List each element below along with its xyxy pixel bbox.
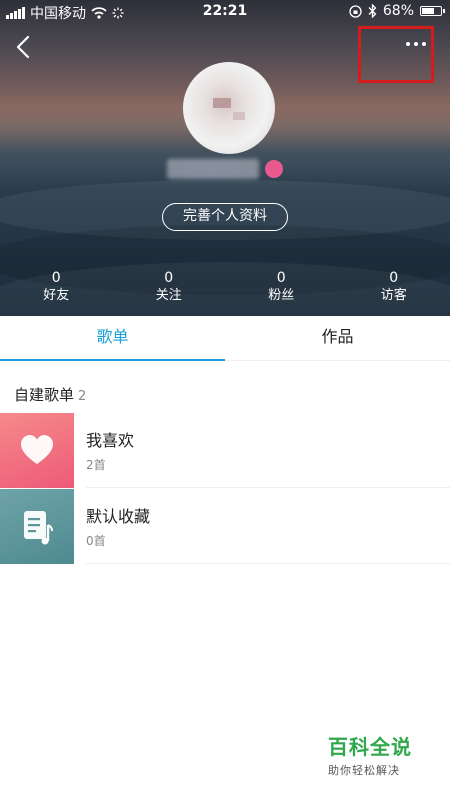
- playlist-count: 0首: [86, 534, 106, 548]
- stat-fans[interactable]: 0 粉丝: [225, 270, 338, 310]
- stat-count: 0: [164, 270, 174, 286]
- tab-works[interactable]: 作品: [225, 316, 450, 360]
- playlist-cover: [0, 489, 74, 564]
- tab-bar: 歌单 作品: [0, 316, 450, 361]
- stat-label: 访客: [380, 288, 407, 303]
- divider: [86, 563, 450, 564]
- complete-profile-button[interactable]: 完善个人资料: [162, 203, 288, 231]
- heart-icon: [21, 435, 53, 464]
- nickname: [0, 158, 450, 179]
- section-title-label: 自建歌单: [14, 386, 75, 404]
- stat-friends[interactable]: 0 好友: [0, 270, 113, 310]
- playlist-name: 默认收藏: [86, 507, 151, 526]
- watermark-title: 百科全说: [328, 735, 412, 759]
- stat-visitors[interactable]: 0 访客: [338, 270, 450, 310]
- watermark-subtitle: 助你轻松解决: [328, 764, 400, 777]
- avatar-pixel: [213, 98, 231, 108]
- status-right: 68%: [349, 3, 445, 19]
- nickname-blurred: [167, 158, 259, 179]
- music-note-icon: [24, 511, 53, 545]
- stat-count: 0: [276, 270, 286, 286]
- bluetooth-icon: [368, 4, 377, 18]
- stats-row: 0 好友 0 关注 0 粉丝 0 访客: [0, 270, 450, 310]
- stat-following[interactable]: 0 关注: [113, 270, 226, 310]
- playlist-item[interactable]: 我喜欢 2首: [0, 413, 450, 488]
- stat-label: 关注: [155, 288, 182, 303]
- status-bar: 中国移动 22:21 68%: [0, 0, 450, 24]
- avatar-pixel: [233, 112, 245, 120]
- playlist-name: 我喜欢: [86, 431, 135, 450]
- orientation-lock-icon: [349, 4, 362, 18]
- stat-label: 好友: [43, 288, 70, 303]
- vip-badge-icon: [265, 159, 283, 178]
- stat-label: 粉丝: [268, 288, 295, 303]
- tab-playlists[interactable]: 歌单: [0, 316, 225, 361]
- profile-header: 中国移动 22:21 68% 完善个人资料 0 好友 0 关注 0 粉丝 0 访…: [0, 0, 450, 316]
- avatar[interactable]: [183, 62, 275, 154]
- playlist-count: 2首: [86, 458, 106, 472]
- stat-count: 0: [51, 270, 61, 286]
- battery-label: 68%: [382, 3, 414, 19]
- playlist-item[interactable]: 默认收藏 0首: [0, 489, 450, 564]
- playlist-cover: [0, 413, 74, 488]
- stat-count: 0: [389, 270, 399, 286]
- back-arrow-icon[interactable]: [10, 32, 40, 62]
- watermark-logo: 百科全说 助你轻松解决: [328, 731, 438, 778]
- battery-icon: [420, 6, 445, 16]
- highlight-box: [358, 26, 434, 83]
- divider: [86, 487, 450, 488]
- section-title: 自建歌单 2: [14, 384, 86, 405]
- section-count: 2: [78, 389, 87, 404]
